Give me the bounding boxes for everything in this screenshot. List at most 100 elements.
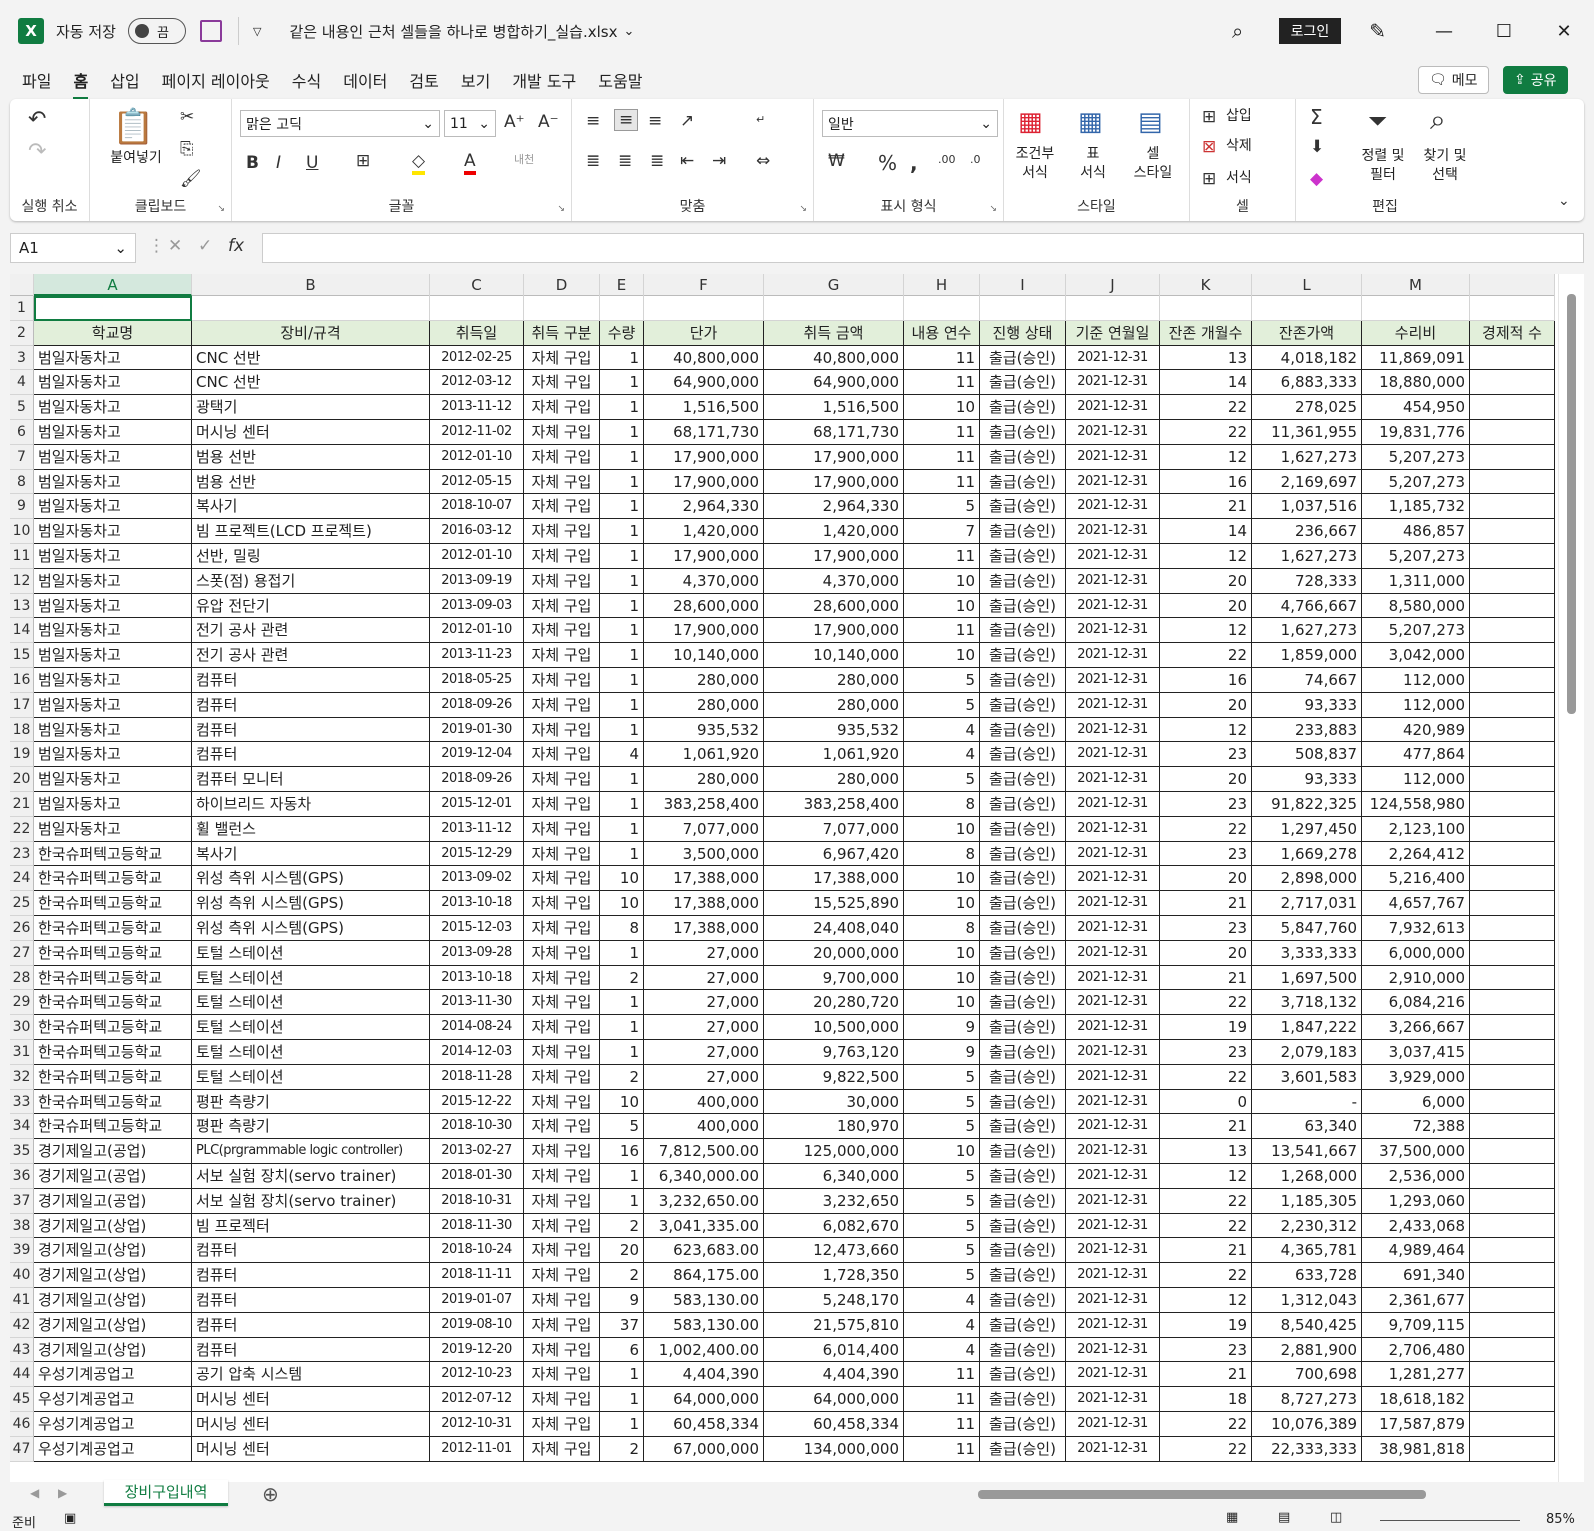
cell[interactable]: 1,420,000 [764,519,904,544]
cell[interactable]: 출급(승인) [980,1089,1066,1115]
cell[interactable]: 2021-12-31 [1066,1114,1160,1140]
insert-cells-label[interactable]: 삽입 [1226,107,1252,126]
cell[interactable]: 180,970 [764,1114,904,1140]
cell[interactable]: 280,000 [644,692,764,718]
enter-icon[interactable]: ✓ [198,236,212,256]
cell[interactable]: 2021-12-31 [1066,544,1160,569]
cell[interactable] [1470,519,1555,544]
cell[interactable]: 1,311,000 [1362,568,1470,594]
cell[interactable]: 2013-11-23 [430,643,524,668]
cell[interactable]: 20 [1160,940,1252,966]
cell[interactable]: 280,000 [644,767,764,792]
cell[interactable]: 5 [904,767,980,792]
cell[interactable]: 17,388,000 [644,866,764,892]
cell[interactable]: 전기 공사 관련 [192,618,430,644]
table-format-label[interactable]: 표 서식 [1062,145,1124,183]
cell[interactable]: 2021-12-31 [1066,816,1160,842]
cell[interactable]: 21 [1160,1114,1252,1140]
increase-font-icon[interactable]: A⁺ [504,112,525,132]
delete-cells-icon[interactable]: ⊠ [1202,137,1216,157]
cell[interactable]: 8,727,273 [1252,1387,1362,1412]
cell[interactable]: 10,140,000 [764,643,904,668]
cell[interactable]: 출급(승인) [980,519,1066,544]
row-header[interactable]: 40 [10,1263,34,1288]
row-header[interactable]: 47 [10,1436,34,1462]
cell[interactable]: 머시닝 센터 [192,1436,430,1462]
row-header[interactable]: 28 [10,965,34,991]
cell[interactable]: 10 [904,866,980,892]
cell[interactable]: 출급(승인) [980,1436,1066,1462]
cell[interactable]: 23 [1160,1337,1252,1363]
cell[interactable]: 범일자동차고 [34,469,192,495]
align-middle-icon[interactable]: ≡ [614,109,639,131]
cell[interactable]: 2,361,677 [1362,1288,1470,1313]
cell[interactable]: 2,536,000 [1362,1164,1470,1189]
cell[interactable]: 2019-12-20 [430,1337,524,1363]
cell[interactable]: 취득 구분 [524,320,600,346]
cell[interactable]: 2,706,480 [1362,1337,1470,1363]
cell[interactable]: 2021-12-31 [1066,841,1160,867]
cell[interactable]: 범일자동차고 [34,643,192,668]
cell[interactable]: 자체 구입 [524,1213,600,1239]
cell[interactable]: 출급(승인) [980,1188,1066,1214]
cell[interactable]: 1,627,273 [1252,618,1362,644]
cell[interactable]: 2018-11-30 [430,1213,524,1239]
cell[interactable]: 21,575,810 [764,1312,904,1338]
cell[interactable] [1252,296,1362,321]
cell[interactable]: 4,404,390 [764,1362,904,1388]
cell[interactable]: 경기제일고(상업) [34,1238,192,1264]
cell[interactable]: 21 [1160,1362,1252,1388]
page-layout-icon[interactable]: ▤ [1278,1510,1290,1525]
cell[interactable]: 6,340,000.00 [644,1164,764,1189]
pen-icon[interactable]: ✎ [1369,19,1386,43]
row-header[interactable]: 15 [10,643,34,668]
cell[interactable]: 출급(승인) [980,916,1066,941]
cell[interactable]: 22 [1160,1064,1252,1090]
cell[interactable]: 1,281,277 [1362,1362,1470,1388]
cell[interactable]: 2021-12-31 [1066,692,1160,718]
cell[interactable]: 10 [904,395,980,420]
cell[interactable]: 스폿(점) 용접기 [192,568,430,594]
cell[interactable]: 2,910,000 [1362,965,1470,991]
cell[interactable]: 컴퓨터 [192,1288,430,1313]
cell[interactable]: 범일자동차고 [34,444,192,470]
cell[interactable] [1470,395,1555,420]
cell[interactable]: 2021-12-31 [1066,370,1160,396]
cell[interactable]: 위성 측위 시스템(GPS) [192,866,430,892]
cell[interactable]: 9 [904,1040,980,1065]
row-header[interactable]: 20 [10,767,34,792]
cell[interactable]: 40,800,000 [764,345,904,371]
cell[interactable]: 범용 선반 [192,469,430,495]
cell[interactable]: 691,340 [1362,1263,1470,1288]
cell[interactable]: 2013-09-03 [430,593,524,619]
cell[interactable]: 18,618,182 [1362,1387,1470,1412]
cell[interactable]: 범일자동차고 [34,742,192,768]
cut-icon[interactable]: ✂ [180,107,194,127]
cell[interactable]: 17,388,000 [764,866,904,892]
cell[interactable]: 1,293,060 [1362,1188,1470,1214]
cell[interactable]: 출급(승인) [980,1263,1066,1288]
cell[interactable]: 자체 구입 [524,940,600,966]
cell[interactable]: 12,473,660 [764,1238,904,1264]
cell[interactable]: 935,532 [644,717,764,743]
cell[interactable] [1470,643,1555,668]
cell[interactable]: 40,800,000 [644,345,764,371]
orientation-icon[interactable]: ↗ [680,111,694,131]
cell[interactable]: 출급(승인) [980,643,1066,668]
row-header[interactable]: 33 [10,1089,34,1115]
cell[interactable]: 11 [904,420,980,445]
cell[interactable]: 20,000,000 [764,940,904,966]
cell[interactable]: 2012-10-31 [430,1412,524,1437]
cell[interactable]: 1,185,732 [1362,494,1470,520]
cell[interactable]: 2021-12-31 [1066,668,1160,693]
cell[interactable]: 한국슈퍼텍고등학교 [34,1015,192,1040]
tab-0[interactable]: 파일 [22,64,51,96]
cell[interactable]: 자체 구입 [524,1139,600,1164]
cell[interactable]: 11 [904,1387,980,1412]
cell[interactable]: 14 [1160,370,1252,396]
cell[interactable]: 17,900,000 [764,469,904,495]
cell[interactable]: 125,000,000 [764,1139,904,1164]
cell[interactable]: 37,500,000 [1362,1139,1470,1164]
cell[interactable]: 1,516,500 [764,395,904,420]
cell[interactable]: 2013-09-19 [430,568,524,594]
